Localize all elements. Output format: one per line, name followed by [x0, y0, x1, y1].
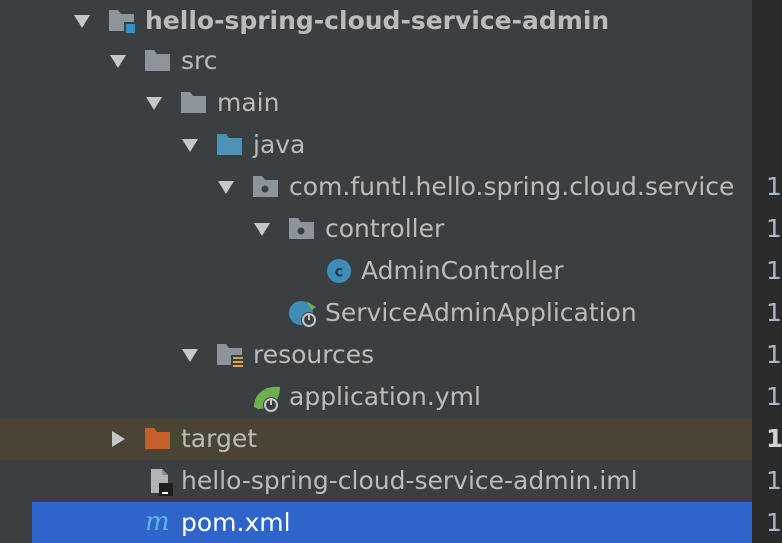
svg-text:c: c	[335, 263, 344, 281]
tree-label-src: src	[181, 46, 218, 75]
expand-arrow-icon[interactable]	[144, 93, 164, 113]
folder-icon	[180, 89, 208, 117]
tree-row-pom[interactable]: m pom.xml	[32, 502, 752, 543]
tree-label-java: java	[253, 130, 306, 159]
tree-label-pom: pom.xml	[181, 508, 291, 537]
tree-label-service-admin-application: ServiceAdminApplication	[325, 298, 637, 327]
expand-arrow-icon[interactable]	[216, 177, 236, 197]
tree-row-project[interactable]: hello-spring-cloud-service-admin	[0, 0, 752, 42]
line-number: 1	[766, 298, 782, 327]
tree-label-iml: hello-spring-cloud-service-admin.iml	[181, 466, 638, 495]
line-number: 1	[766, 172, 782, 201]
maven-icon: m	[144, 507, 172, 537]
source-folder-icon	[216, 131, 244, 159]
tree-row-controller[interactable]: controller	[0, 208, 752, 250]
tree-label-main: main	[217, 88, 280, 117]
collapse-arrow-icon[interactable]	[108, 429, 128, 449]
editor-gutter: 1 1 1 1 1 1 1 1 1	[752, 0, 782, 543]
tree-row-package[interactable]: com.funtl.hello.spring.cloud.service	[0, 166, 752, 208]
line-number: 1	[766, 466, 782, 495]
excluded-folder-icon	[144, 425, 172, 453]
tree-label-admin-controller: AdminController	[361, 256, 564, 285]
tree-row-application-yml[interactable]: application.yml	[0, 376, 752, 418]
resources-folder-icon	[216, 341, 244, 369]
folder-icon	[144, 47, 172, 75]
iml-file-icon	[146, 467, 174, 496]
tree-label-application-yml: application.yml	[289, 382, 481, 411]
project-tree: hello-spring-cloud-service-admin src mai…	[0, 0, 752, 543]
expand-arrow-icon[interactable]	[180, 345, 200, 365]
line-number: 1	[766, 214, 782, 243]
expand-arrow-icon[interactable]	[108, 51, 128, 71]
tree-row-src[interactable]: src	[0, 40, 752, 82]
spring-yml-icon	[252, 383, 280, 413]
module-folder-icon	[108, 7, 136, 35]
tree-label-project: hello-spring-cloud-service-admin	[145, 6, 610, 35]
tree-row-iml[interactable]: hello-spring-cloud-service-admin.iml	[0, 460, 752, 502]
spring-boot-class-icon	[288, 299, 317, 328]
tree-label-package: com.funtl.hello.spring.cloud.service	[289, 172, 735, 201]
tree-label-target: target	[181, 424, 258, 453]
tree-label-resources: resources	[253, 340, 375, 369]
expand-arrow-icon[interactable]	[72, 11, 92, 31]
tree-row-main[interactable]: main	[0, 82, 752, 124]
class-icon: c	[325, 257, 353, 285]
tree-row-java[interactable]: java	[0, 124, 752, 166]
tree-label-controller: controller	[325, 214, 445, 243]
tree-row-resources[interactable]: resources	[0, 334, 752, 376]
line-number: 1	[766, 340, 782, 369]
tree-row-target[interactable]: target	[0, 418, 752, 460]
svg-text:m: m	[145, 507, 170, 537]
line-number: 1	[766, 256, 782, 285]
line-number: 1	[766, 508, 782, 537]
expand-arrow-icon[interactable]	[180, 135, 200, 155]
expand-arrow-icon[interactable]	[252, 219, 272, 239]
line-number: 1	[766, 424, 782, 453]
tree-row-service-admin-application[interactable]: ServiceAdminApplication	[0, 292, 752, 334]
tree-row-admin-controller[interactable]: c AdminController	[0, 250, 752, 292]
line-number: 1	[766, 382, 782, 411]
package-icon	[288, 215, 316, 243]
package-icon	[252, 173, 280, 201]
